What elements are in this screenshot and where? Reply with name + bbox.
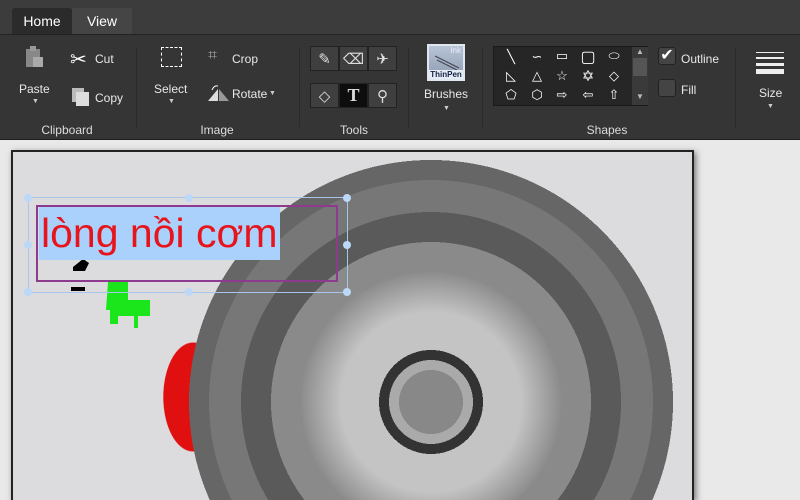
select-button[interactable]: Select bbox=[154, 82, 187, 96]
outline-checkbox[interactable]: ✔ bbox=[658, 47, 676, 65]
brushes-thumbnail[interactable]: Ink ThinPen bbox=[427, 44, 465, 81]
canvas-text[interactable]: lòng nồi cơm bbox=[39, 207, 280, 260]
resize-handle[interactable] bbox=[185, 288, 193, 296]
tools-group-label: Tools bbox=[339, 123, 369, 137]
fill-bucket-icon: ◇ bbox=[318, 87, 331, 105]
shape-rounded-rectangle[interactable]: ▢ bbox=[576, 47, 600, 67]
divider bbox=[482, 47, 483, 127]
resize-handle[interactable] bbox=[24, 288, 32, 296]
rotate-button[interactable]: Rotate bbox=[232, 87, 267, 101]
shape-curve[interactable]: ∽ bbox=[525, 49, 549, 65]
copy-icon[interactable] bbox=[71, 87, 91, 107]
shape-arrow-left[interactable]: ⇦ bbox=[576, 87, 600, 103]
shape-triangle[interactable]: △ bbox=[525, 68, 549, 84]
pencil-tool[interactable]: ✎ bbox=[310, 46, 339, 71]
resize-handle[interactable] bbox=[343, 288, 351, 296]
color-picker-tool[interactable]: ⚲ bbox=[368, 83, 397, 108]
resize-handle[interactable] bbox=[343, 194, 351, 202]
select-icon[interactable] bbox=[161, 47, 182, 67]
rotate-icon[interactable] bbox=[206, 83, 230, 106]
select-dropdown-icon[interactable]: ▼ bbox=[168, 98, 175, 105]
shape-star[interactable]: ☆ bbox=[550, 68, 574, 84]
copy-button[interactable]: Copy bbox=[95, 91, 123, 105]
shape-star-six[interactable]: ✡ bbox=[576, 67, 600, 85]
divider bbox=[735, 47, 736, 127]
fill-tool[interactable]: ◇ bbox=[310, 83, 339, 108]
text-icon: T bbox=[347, 85, 360, 105]
size-dropdown-icon[interactable]: ▼ bbox=[767, 103, 774, 110]
brushes-button[interactable]: Brushes bbox=[424, 87, 468, 101]
eraser-icon: ⌫ bbox=[342, 50, 365, 68]
outline-label[interactable]: Outline bbox=[681, 52, 719, 66]
shape-rectangle[interactable]: ▭ bbox=[550, 48, 574, 64]
shape-right-triangle[interactable]: ◺ bbox=[499, 68, 523, 84]
size-button[interactable]: Size bbox=[759, 86, 782, 100]
shape-arrow-up[interactable]: ⇧ bbox=[602, 87, 626, 103]
crop-icon[interactable]: ⌗ bbox=[208, 47, 217, 65]
shape-hexagon[interactable]: ⬡ bbox=[525, 87, 549, 103]
text-tool[interactable]: T bbox=[339, 83, 368, 108]
pencil-icon: ✎ bbox=[318, 50, 331, 68]
fill-checkbox[interactable] bbox=[658, 79, 676, 97]
shape-pentagon[interactable]: ⬠ bbox=[499, 87, 523, 103]
shape-line[interactable]: ╲ bbox=[499, 49, 523, 65]
eyedropper-icon: ⚲ bbox=[377, 87, 388, 105]
title-bar: Home View bbox=[0, 0, 800, 34]
scroll-up-icon[interactable]: ▲ bbox=[632, 47, 648, 57]
brushes-dropdown-icon[interactable]: ▼ bbox=[443, 105, 450, 112]
resize-handle[interactable] bbox=[343, 241, 351, 249]
paste-icon[interactable] bbox=[24, 45, 44, 69]
spray-tool[interactable]: ✈ bbox=[368, 46, 397, 71]
divider bbox=[408, 47, 409, 127]
scroll-down-icon[interactable]: ▼ bbox=[632, 92, 648, 102]
clipboard-group-label: Clipboard bbox=[41, 123, 93, 137]
checkmark-icon: ✔ bbox=[660, 47, 674, 64]
shape-diamond[interactable]: ◇ bbox=[602, 68, 626, 84]
fill-label[interactable]: Fill bbox=[681, 83, 696, 97]
tab-view[interactable]: View bbox=[72, 8, 132, 34]
crop-button[interactable]: Crop bbox=[232, 52, 258, 66]
shape-arrow-right[interactable]: ⇨ bbox=[550, 87, 574, 103]
divider bbox=[299, 47, 300, 127]
rotate-dropdown-icon[interactable]: ▼ bbox=[269, 90, 276, 97]
cut-button[interactable]: Cut bbox=[95, 52, 114, 66]
brush-thumb-bottom-label: ThinPen bbox=[429, 70, 463, 79]
spray-icon: ✈ bbox=[376, 50, 389, 68]
resize-handle[interactable] bbox=[24, 241, 32, 249]
ribbon: Paste ▼ ✂ Cut Copy Clipboard Select ▼ ⌗ … bbox=[0, 34, 800, 140]
shape-ellipse[interactable]: ⬭ bbox=[602, 48, 626, 64]
size-icon[interactable] bbox=[756, 52, 784, 74]
brush-strokes-icon bbox=[434, 55, 460, 71]
scissors-icon[interactable]: ✂ bbox=[70, 47, 87, 72]
scroll-thumb[interactable] bbox=[633, 58, 647, 76]
tab-home[interactable]: Home bbox=[12, 8, 72, 34]
image-group-label: Image bbox=[200, 123, 234, 137]
paste-button[interactable]: Paste bbox=[19, 82, 50, 96]
shapes-scrollbar[interactable]: ▲ ▼ bbox=[632, 47, 648, 105]
resize-handle[interactable] bbox=[185, 194, 193, 202]
paste-dropdown-icon[interactable]: ▼ bbox=[32, 98, 39, 105]
drawing-canvas[interactable]: lòng nồi cơm bbox=[11, 150, 694, 500]
shapes-gallery: ╲ ∽ ▭ ▢ ⬭ ◺ △ ☆ ✡ ◇ ⬠ ⬡ ⇨ ⇦ ⇧ ▲ ▼ bbox=[493, 46, 648, 106]
shapes-group-label: Shapes bbox=[586, 123, 628, 137]
resize-handle[interactable] bbox=[24, 194, 32, 202]
divider bbox=[136, 47, 137, 127]
eraser-tool[interactable]: ⌫ bbox=[339, 46, 368, 71]
